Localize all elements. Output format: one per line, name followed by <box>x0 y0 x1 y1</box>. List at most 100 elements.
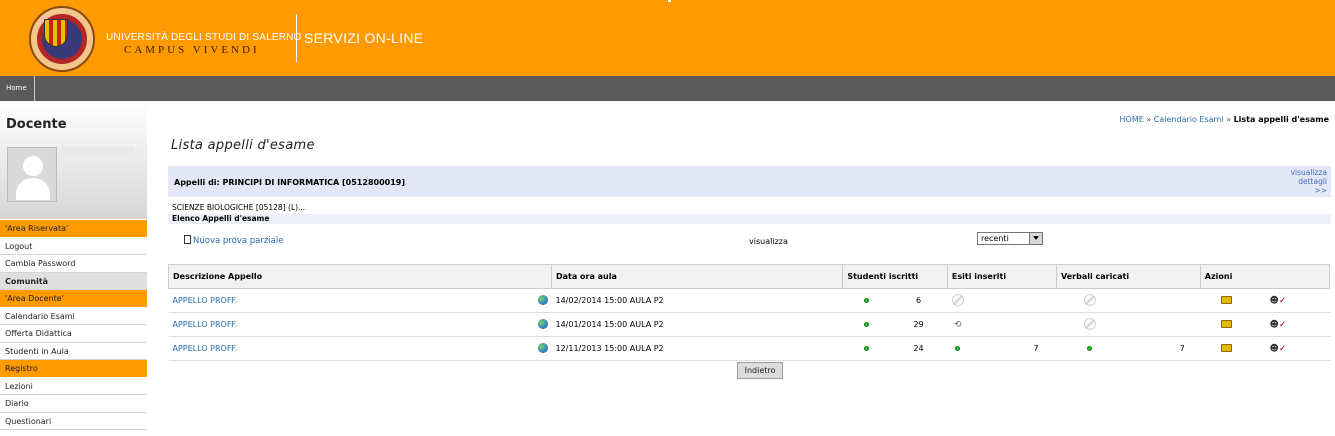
filter-selected-value: recenti <box>981 234 1009 243</box>
header-divider <box>296 14 297 62</box>
minutes-count-cell <box>1164 288 1201 313</box>
new-partial-test-label: Nuova prova parziale <box>193 236 284 246</box>
globe-icon[interactable] <box>537 318 548 329</box>
table-header-row: Descrizione Appello Data ora aula Studen… <box>168 264 1331 289</box>
exam-description-cell[interactable]: APPELLO PROFF. <box>168 336 534 361</box>
sidebar: Docente 'Area Riservata' Logout Cambia Pas… <box>0 101 147 436</box>
minutes-count-cell: 7 <box>1164 336 1201 361</box>
user-check-icon[interactable]: ☻✓ <box>1270 320 1287 330</box>
exam-description-cell[interactable]: APPELLO PROFF. <box>168 312 534 337</box>
sidebar-item-cambia-password[interactable]: Cambia Password <box>0 255 147 273</box>
breadcrumb-current: Lista appelli d'esame <box>1233 115 1329 124</box>
results-spacer-cell <box>968 312 1016 337</box>
results-refresh-icon[interactable]: ⟲ <box>954 320 962 330</box>
folder-open-icon[interactable] <box>1220 319 1232 328</box>
open-folder-cell[interactable] <box>1200 336 1252 361</box>
new-partial-test-link[interactable]: Nuova prova parziale <box>184 235 283 246</box>
manage-students-cell[interactable]: ☻✓ <box>1251 312 1305 337</box>
page-title: Lista appelli d'esame <box>171 138 315 153</box>
results-not-available-icon <box>951 293 964 306</box>
breadcrumb-home[interactable]: HOME <box>1120 115 1144 124</box>
top-navbar: Home <box>0 76 1335 101</box>
back-button[interactable]: Indietro <box>737 362 783 379</box>
minutes-spacer-cell <box>1122 336 1165 361</box>
results-status-cell: ⟲ <box>947 312 969 337</box>
globe-icon[interactable] <box>537 342 548 353</box>
exam-table: Descrizione Appello Data ora aula Studen… <box>168 264 1331 361</box>
exam-description-link[interactable]: APPELLO PROFF. <box>173 296 238 305</box>
service-title: SERVIZI ON-LINE <box>304 30 424 46</box>
students-status-icon <box>863 346 869 351</box>
manage-students-cell[interactable]: ☻✓ <box>1251 288 1305 313</box>
col-header-results: Esiti inseriti <box>946 264 1058 289</box>
exam-description-link[interactable]: APPELLO PROFF. <box>173 344 238 353</box>
students-status-cell <box>842 336 890 361</box>
students-status-icon <box>863 298 869 303</box>
site-header: UNIVERSITÀ DEGLI STUDI DI SALERNO CAMPUS… <box>0 0 1335 76</box>
col-header-actions: Azioni <box>1199 264 1331 289</box>
results-spacer-cell <box>968 288 1016 313</box>
course-bar: Appelli di: PRINCIPI DI INFORMATICA [051… <box>168 166 1331 197</box>
university-name[interactable]: UNIVERSITÀ DEGLI STUDI DI SALERNO <box>106 32 302 43</box>
minutes-status-cell <box>1056 336 1123 361</box>
breadcrumb-separator: » <box>1146 115 1152 124</box>
sidebar-item-diario[interactable]: Diario <box>0 395 147 413</box>
sidebar-item-questionari[interactable]: Questionari <box>0 413 147 430</box>
chevron-down-icon[interactable] <box>1029 233 1042 244</box>
results-done-icon <box>955 346 961 351</box>
sidebar-item-offerta-didattica[interactable]: Offerta Didattica <box>0 325 147 343</box>
globe-cell[interactable] <box>533 288 552 313</box>
globe-cell[interactable] <box>533 336 552 361</box>
open-folder-cell[interactable] <box>1200 312 1252 337</box>
minutes-not-available-icon <box>1083 293 1096 306</box>
sidebar-item-area-docente: 'Area Docente' <box>0 290 147 308</box>
manage-students-cell[interactable]: ☻✓ <box>1251 336 1305 361</box>
open-folder-cell[interactable] <box>1200 288 1252 313</box>
sidebar-item-calendario-esami[interactable]: Calendario Esami <box>0 308 147 325</box>
col-header-description: Descrizione Appello <box>168 264 552 289</box>
table-row: APPELLO PROFF. 14/01/2014 15:00 AULA P2 29… <box>168 312 1330 337</box>
col-header-students: Studenti iscritti <box>842 264 948 289</box>
minutes-spacer-cell <box>1122 312 1165 337</box>
minutes-not-available-icon <box>1083 317 1096 330</box>
nav-home-link[interactable]: Home <box>0 76 35 101</box>
sidebar-item-area-riservata: 'Area Riservata' <box>0 220 147 238</box>
university-seal-logo[interactable] <box>29 6 95 72</box>
col-header-date: Data ora aula <box>550 264 844 289</box>
exam-date-cell: 12/11/2013 15:00 AULA P2 <box>551 336 843 361</box>
exam-date-cell: 14/02/2014 15:00 AULA P2 <box>551 288 843 313</box>
breadcrumb-calendar[interactable]: Calendario Esami <box>1154 115 1224 124</box>
details-link-line: visualizza <box>1290 168 1327 177</box>
avatar <box>7 147 57 202</box>
user-check-icon[interactable]: ☻✓ <box>1270 344 1287 354</box>
sidebar-item-comunit: Comunità <box>0 272 147 290</box>
degree-course: SCIENZE BIOLOGICHE [05128] (L)... <box>172 203 306 212</box>
minutes-done-icon <box>1087 346 1093 351</box>
minutes-spacer-cell <box>1122 288 1165 313</box>
globe-icon[interactable] <box>537 294 548 305</box>
document-icon <box>184 235 191 244</box>
results-count-cell <box>1015 312 1057 337</box>
students-status-cell <box>842 288 890 313</box>
students-count-cell: 6 <box>889 288 948 313</box>
exam-description-cell[interactable]: APPELLO PROFF. <box>168 288 534 313</box>
user-role: Docente <box>6 117 67 132</box>
user-name-placeholder <box>62 147 134 155</box>
university-motto: CAMPUS VIVENDI <box>124 44 260 56</box>
students-status-cell <box>842 312 890 337</box>
filter-select[interactable]: recenti <box>977 232 1043 245</box>
course-label: Appelli di: PRINCIPI DI INFORMATICA [051… <box>174 178 405 187</box>
sidebar-item-lezioni[interactable]: Lezioni <box>0 378 147 395</box>
folder-open-icon[interactable] <box>1220 343 1232 352</box>
exam-description-link[interactable]: APPELLO PROFF. <box>173 320 238 329</box>
view-details-link[interactable]: visualizza dettagli >> <box>1291 168 1327 195</box>
sidebar-item-studenti-in-aula[interactable]: Studenti in Aula <box>0 343 147 360</box>
user-check-icon[interactable]: ☻✓ <box>1270 296 1287 306</box>
exam-list-heading: Elenco Appelli d'esame <box>168 214 1331 224</box>
table-row: APPELLO PROFF. 12/11/2013 15:00 AULA P2 24… <box>168 336 1330 361</box>
table-body: APPELLO PROFF. 14/02/2014 15:00 AULA P2 6 ☻… <box>168 288 1330 361</box>
globe-cell[interactable] <box>533 312 552 337</box>
sidebar-item-logout[interactable]: Logout <box>0 238 147 255</box>
folder-open-icon[interactable] <box>1220 295 1232 304</box>
results-spacer-cell <box>968 336 1016 361</box>
